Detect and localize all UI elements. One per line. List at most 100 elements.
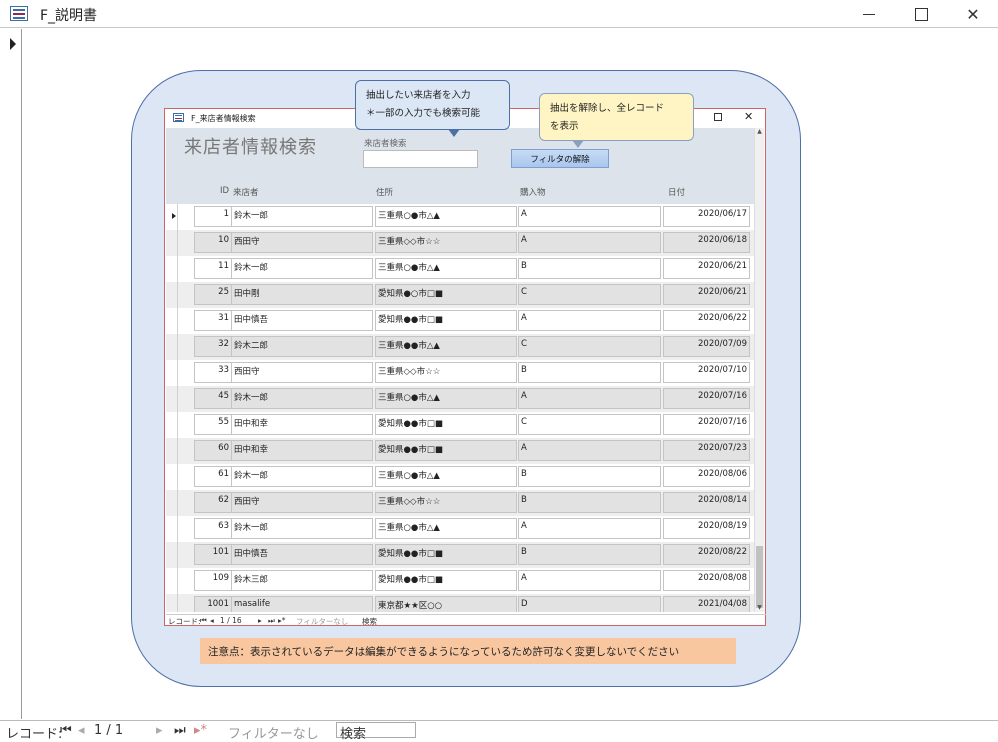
row-selector[interactable]	[166, 282, 178, 308]
cell-name[interactable]: masalife	[231, 596, 373, 612]
cell-name[interactable]: 田中剛	[231, 284, 373, 305]
last-record-icon[interactable]: ⏭	[268, 616, 275, 626]
scroll-up-icon[interactable]: ▲	[755, 128, 764, 136]
cell-date[interactable]: 2020/06/22	[663, 310, 750, 331]
row-selector[interactable]	[166, 334, 178, 360]
row-selector[interactable]	[166, 490, 178, 516]
row-selector[interactable]	[166, 594, 178, 612]
record-selector[interactable]	[0, 29, 22, 719]
row-selector[interactable]	[166, 568, 178, 594]
cell-address[interactable]: 三重県○●市△▲	[375, 518, 517, 539]
cell-id[interactable]: 33	[194, 362, 232, 383]
cell-date[interactable]: 2020/08/06	[663, 466, 750, 487]
cell-date[interactable]: 2020/07/16	[663, 414, 750, 435]
table-row[interactable]: 55 田中和幸 愛知県●●市□■ C 2020/07/16	[166, 412, 754, 438]
cell-name[interactable]: 鈴木一郎	[231, 206, 373, 227]
table-row[interactable]: 10 西田守 三重県◇◇市☆☆ A 2020/06/18	[166, 230, 754, 256]
cell-id[interactable]: 62	[194, 492, 232, 513]
cell-id[interactable]: 101	[194, 544, 232, 565]
row-selector[interactable]	[166, 412, 178, 438]
table-row[interactable]: 62 西田守 三重県◇◇市☆☆ B 2020/08/14	[166, 490, 754, 516]
cell-purchase[interactable]: A	[518, 206, 661, 227]
cell-id[interactable]: 1	[194, 206, 232, 227]
cell-purchase[interactable]: A	[518, 388, 661, 409]
cell-date[interactable]: 2020/06/21	[663, 284, 750, 305]
cell-purchase[interactable]: A	[518, 310, 661, 331]
cell-purchase[interactable]: A	[518, 440, 661, 461]
cell-name[interactable]: 鈴木一郎	[231, 388, 373, 409]
first-record-icon[interactable]: ⏮	[60, 723, 72, 738]
table-row[interactable]: 63 鈴木一郎 三重県○●市△▲ A 2020/08/19	[166, 516, 754, 542]
cell-address[interactable]: 愛知県●●市□■	[375, 414, 517, 435]
cell-id[interactable]: 11	[194, 258, 232, 279]
table-row[interactable]: 31 田中慎吾 愛知県●●市□■ A 2020/06/22	[166, 308, 754, 334]
cell-name[interactable]: 西田守	[231, 492, 373, 513]
cell-date[interactable]: 2020/08/19	[663, 518, 750, 539]
scroll-thumb[interactable]	[756, 546, 763, 608]
nav-search[interactable]: 検索	[362, 616, 377, 627]
cell-id[interactable]: 63	[194, 518, 232, 539]
cell-name[interactable]: 田中和幸	[231, 440, 373, 461]
cell-date[interactable]: 2020/06/21	[663, 258, 750, 279]
cell-name[interactable]: 西田守	[231, 232, 373, 253]
cell-address[interactable]: 愛知県●●市□■	[375, 310, 517, 331]
cell-purchase[interactable]: B	[518, 362, 661, 383]
cell-purchase[interactable]: A	[518, 570, 661, 591]
cell-name[interactable]: 鈴木二郎	[231, 336, 373, 357]
cell-date[interactable]: 2020/07/16	[663, 388, 750, 409]
record-position[interactable]: 1 / 16	[220, 616, 242, 625]
cell-date[interactable]: 2020/06/17	[663, 206, 750, 227]
filter-status[interactable]: フィルターなし	[296, 616, 348, 627]
cell-address[interactable]: 三重県◇◇市☆☆	[375, 232, 517, 253]
table-row[interactable]: 1 鈴木一郎 三重県○●市△▲ A 2020/06/17	[166, 204, 754, 230]
cell-id[interactable]: 60	[194, 440, 232, 461]
cell-date[interactable]: 2020/07/09	[663, 336, 750, 357]
cell-id[interactable]: 61	[194, 466, 232, 487]
cell-purchase[interactable]: A	[518, 518, 661, 539]
scroll-down-icon[interactable]: ▼	[755, 604, 764, 612]
cell-purchase[interactable]: B	[518, 544, 661, 565]
prev-record-icon[interactable]: ◂	[78, 723, 85, 738]
table-row[interactable]: 11 鈴木一郎 三重県○●市△▲ B 2020/06/21	[166, 256, 754, 282]
last-record-icon[interactable]: ⏭	[174, 723, 186, 738]
prev-record-icon[interactable]: ◂	[210, 616, 214, 625]
cell-name[interactable]: 鈴木一郎	[231, 518, 373, 539]
clear-filter-button[interactable]: フィルタの解除	[511, 149, 609, 168]
row-selector[interactable]	[166, 542, 178, 568]
table-row[interactable]: 25 田中剛 愛知県●○市□■ C 2020/06/21	[166, 282, 754, 308]
table-row[interactable]: 101 田中慎吾 愛知県●●市□■ B 2020/08/22	[166, 542, 754, 568]
cell-address[interactable]: 三重県○●市△▲	[375, 206, 517, 227]
cell-id[interactable]: 45	[194, 388, 232, 409]
table-row[interactable]: 45 鈴木一郎 三重県○●市△▲ A 2020/07/16	[166, 386, 754, 412]
cell-name[interactable]: 西田守	[231, 362, 373, 383]
new-record-icon[interactable]: ▸*	[278, 616, 286, 625]
cell-id[interactable]: 25	[194, 284, 232, 305]
row-selector[interactable]	[166, 438, 178, 464]
table-row[interactable]: 1001 masalife 東京都★★区○○ D 2021/04/08	[166, 594, 754, 612]
table-row[interactable]: 61 鈴木一郎 三重県○●市△▲ B 2020/08/06	[166, 464, 754, 490]
cell-address[interactable]: 東京都★★区○○	[375, 596, 517, 612]
cell-purchase[interactable]: C	[518, 284, 661, 305]
next-record-icon[interactable]: ▸	[156, 723, 163, 738]
cell-address[interactable]: 愛知県●○市□■	[375, 284, 517, 305]
vertical-scrollbar[interactable]: ▲ ▼	[754, 128, 764, 612]
row-selector[interactable]	[166, 204, 178, 230]
table-row[interactable]: 32 鈴木二郎 三重県●●市△▲ C 2020/07/09	[166, 334, 754, 360]
cell-id[interactable]: 109	[194, 570, 232, 591]
table-row[interactable]: 33 西田守 三重県◇◇市☆☆ B 2020/07/10	[166, 360, 754, 386]
minimize-button[interactable]	[846, 0, 892, 28]
search-input[interactable]	[363, 150, 478, 168]
cell-id[interactable]: 55	[194, 414, 232, 435]
cell-date[interactable]: 2020/07/10	[663, 362, 750, 383]
first-record-icon[interactable]: ⏮	[200, 616, 207, 626]
table-row[interactable]: 109 鈴木三郎 愛知県●●市□■ A 2020/08/08	[166, 568, 754, 594]
cell-id[interactable]: 31	[194, 310, 232, 331]
record-position[interactable]: 1 / 1	[94, 723, 123, 738]
row-selector[interactable]	[166, 386, 178, 412]
cell-date[interactable]: 2020/08/08	[663, 570, 750, 591]
new-record-icon[interactable]: ▸*	[194, 723, 207, 738]
cell-address[interactable]: 三重県●●市△▲	[375, 336, 517, 357]
cell-date[interactable]: 2020/07/23	[663, 440, 750, 461]
close-icon[interactable]: ✕	[744, 110, 753, 123]
cell-purchase[interactable]: B	[518, 466, 661, 487]
